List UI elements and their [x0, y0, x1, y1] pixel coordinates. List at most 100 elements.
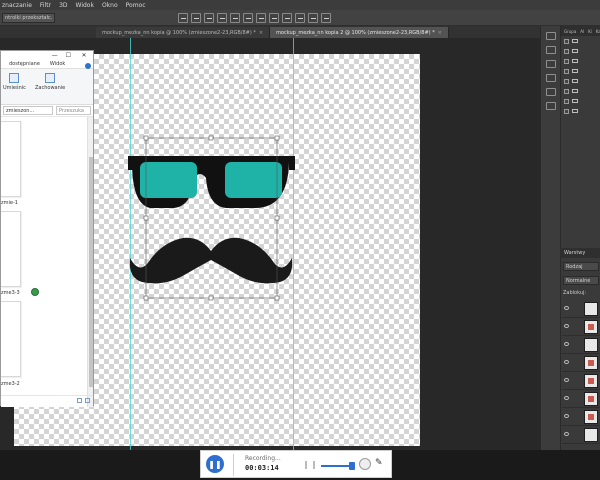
- layer-row[interactable]: [562, 336, 600, 354]
- checkbox[interactable]: [564, 98, 569, 104]
- sunglasses-artwork[interactable]: [128, 156, 295, 208]
- eye-icon[interactable]: [564, 414, 569, 418]
- layer-thumbnail: [584, 428, 598, 442]
- menu-item-window[interactable]: Okno: [102, 2, 118, 9]
- eye-icon[interactable]: [564, 360, 569, 364]
- history-icon[interactable]: [545, 32, 556, 40]
- menu-item-select[interactable]: znaczanie: [2, 2, 32, 9]
- distribute-right-icon[interactable]: [321, 13, 331, 23]
- tab-document-1[interactable]: mockup_mezka_nn kopia @ 100% (zmieszone2…: [96, 27, 271, 38]
- close-icon[interactable]: ×: [438, 30, 442, 36]
- adjustments-icon[interactable]: [545, 60, 556, 68]
- volume-slider-track[interactable]: [321, 465, 351, 467]
- tab-view[interactable]: Widok: [50, 61, 65, 67]
- list-item[interactable]: [561, 56, 600, 66]
- mustache-artwork[interactable]: [129, 237, 293, 284]
- list-item[interactable]: [561, 36, 600, 46]
- file-thumbnail[interactable]: [1, 211, 21, 287]
- list-item[interactable]: [561, 46, 600, 56]
- eye-icon[interactable]: [564, 378, 569, 382]
- file-explorer-window[interactable]: — ☐ ✕ dostępniane Widok Umieśnic Zachowa…: [0, 50, 94, 407]
- align-left-icon[interactable]: [217, 13, 227, 23]
- webcam-icon[interactable]: [359, 458, 371, 470]
- file-name[interactable]: zme3-3: [1, 290, 20, 296]
- checkbox[interactable]: [564, 88, 569, 94]
- details-view-icon[interactable]: [77, 398, 82, 403]
- layer-row[interactable]: [562, 408, 600, 426]
- brush-icon[interactable]: [545, 74, 556, 82]
- distribute-middle-icon[interactable]: [269, 13, 279, 23]
- layer-row[interactable]: [562, 426, 600, 444]
- divider: [233, 454, 234, 476]
- align-top-icon[interactable]: [178, 13, 188, 23]
- file-thumbnail[interactable]: [1, 121, 21, 197]
- paragraph-icon[interactable]: [545, 88, 556, 96]
- layer-row[interactable]: [562, 300, 600, 318]
- tab-ka[interactable]: Ka: [596, 29, 600, 34]
- close-icon[interactable]: ×: [259, 30, 263, 36]
- tab-group[interactable]: Grupa: [564, 29, 576, 34]
- file-name[interactable]: zme3-2: [1, 381, 20, 387]
- menu-item-help[interactable]: Pomoc: [126, 2, 146, 9]
- list-item[interactable]: [561, 76, 600, 86]
- tab-ki[interactable]: Ki: [588, 29, 592, 34]
- eye-icon[interactable]: [564, 324, 569, 328]
- grid-icon: [45, 73, 56, 83]
- character-icon[interactable]: [545, 102, 556, 110]
- tab-document-2[interactable]: mockup_mezka_nn kopia 2 @ 100% (zmieszon…: [270, 27, 449, 38]
- tab-al[interactable]: Al: [580, 29, 584, 34]
- checkbox[interactable]: [564, 38, 569, 44]
- eye-icon[interactable]: [564, 342, 569, 346]
- menu-item-3d[interactable]: 3D: [59, 2, 67, 9]
- maximize-icon[interactable]: ☐: [66, 52, 71, 59]
- minimize-icon[interactable]: —: [52, 52, 58, 59]
- checkbox[interactable]: [564, 58, 569, 64]
- search-input[interactable]: Przeszuka: [56, 106, 91, 115]
- file-thumbnail[interactable]: [1, 301, 21, 377]
- eye-icon[interactable]: [564, 432, 569, 436]
- scrollbar[interactable]: [87, 117, 93, 407]
- list-item[interactable]: [561, 86, 600, 96]
- file-name[interactable]: zmie-1: [1, 200, 18, 206]
- tab-share[interactable]: dostępniane: [9, 61, 40, 67]
- eye-icon[interactable]: [564, 396, 569, 400]
- layer-row[interactable]: [562, 390, 600, 408]
- pen-icon[interactable]: ✎: [375, 458, 383, 468]
- layer-row[interactable]: [562, 318, 600, 336]
- layer-row[interactable]: [562, 354, 600, 372]
- distribute-bottom-icon[interactable]: [282, 13, 292, 23]
- transform-controls-checkbox[interactable]: ntrolki przekształc.: [2, 12, 56, 23]
- checkbox[interactable]: [564, 48, 569, 54]
- checkbox[interactable]: [564, 108, 569, 114]
- menu-item-view[interactable]: Widok: [76, 2, 94, 9]
- layer-row[interactable]: [562, 372, 600, 390]
- distribute-center-icon[interactable]: [308, 13, 318, 23]
- scrollbar-thumb[interactable]: [89, 157, 93, 387]
- properties-icon[interactable]: [545, 46, 556, 54]
- explorer-address-row: zmieszon... Przeszuka: [1, 105, 93, 117]
- volume-slider-handle[interactable]: [349, 462, 355, 470]
- align-middle-icon[interactable]: [191, 13, 201, 23]
- layers-panel-title[interactable]: Warstwy: [560, 248, 600, 258]
- left-lens: [140, 162, 197, 198]
- large-icons-view-icon[interactable]: [85, 398, 90, 403]
- checkbox[interactable]: [564, 78, 569, 84]
- distribute-left-icon[interactable]: [295, 13, 305, 23]
- align-center-icon[interactable]: [230, 13, 240, 23]
- eye-icon[interactable]: [564, 306, 569, 310]
- checkbox[interactable]: [564, 68, 569, 74]
- distribute-top-icon[interactable]: [256, 13, 266, 23]
- current-view-button[interactable]: Zachowanie: [35, 73, 65, 91]
- blend-mode-select[interactable]: Normalne: [563, 276, 599, 285]
- close-icon[interactable]: ✕: [79, 52, 89, 60]
- layout-button[interactable]: Umieśnic: [3, 73, 26, 91]
- align-right-icon[interactable]: [243, 13, 253, 23]
- menu-item-filter[interactable]: Filtr: [40, 2, 51, 9]
- list-item[interactable]: [561, 106, 600, 116]
- list-item[interactable]: [561, 96, 600, 106]
- list-item[interactable]: [561, 66, 600, 76]
- pause-button[interactable]: ❚❚: [206, 455, 224, 473]
- layer-filter-select[interactable]: Rodzaj: [563, 262, 599, 271]
- address-bar[interactable]: zmieszon...: [3, 106, 53, 115]
- align-bottom-icon[interactable]: [204, 13, 214, 23]
